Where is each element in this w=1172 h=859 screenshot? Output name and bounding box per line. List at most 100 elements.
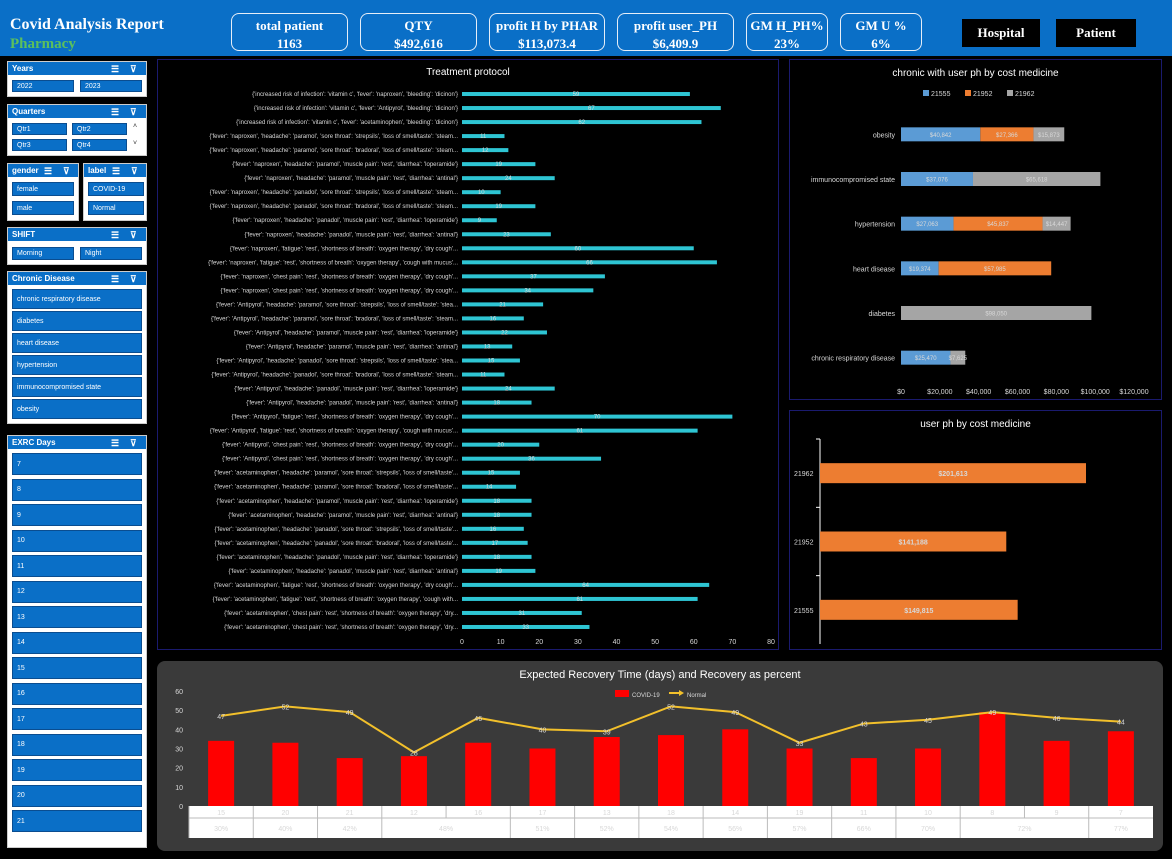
multi-select-icon[interactable]: ☰ xyxy=(111,229,119,242)
dashboard: Covid Analysis Report Pharmacy total pat… xyxy=(0,0,1172,859)
legend-label: 21952 xyxy=(973,91,993,98)
slicer-item-qtr3[interactable]: Qtr3 xyxy=(12,139,67,151)
patient-button[interactable]: Patient xyxy=(1056,19,1136,47)
slicer-item-day[interactable]: 21 xyxy=(12,810,142,832)
slicer-title: Quarters xyxy=(12,107,46,116)
slicer-item-day[interactable]: 18 xyxy=(12,733,142,756)
kpi-value: $6,409.9 xyxy=(652,36,699,51)
legend-swatch xyxy=(615,690,629,697)
clear-filter-icon[interactable]: ⊽ xyxy=(130,229,137,242)
slicer-item-qtr2[interactable]: Qtr2 xyxy=(72,123,127,135)
slicer-item-diabetes[interactable]: diabetes xyxy=(12,311,142,331)
slicer-item-2023[interactable]: 2023 xyxy=(80,80,142,92)
clear-filter-icon[interactable]: ⊽ xyxy=(130,437,137,450)
category-label: {'fever': 'Antipyrol', 'headache': 'pana… xyxy=(246,401,458,407)
slicer-item-day[interactable]: 16 xyxy=(12,682,142,705)
y-tick-label: 30 xyxy=(175,747,183,754)
data-label: 23 xyxy=(503,232,510,238)
slicer-item-female[interactable]: female xyxy=(12,182,74,196)
slicer-item-day[interactable]: 11 xyxy=(12,555,142,577)
multi-select-icon[interactable]: ☰ xyxy=(111,63,119,76)
data-label: 44 xyxy=(1117,720,1125,727)
multi-select-icon[interactable]: ☰ xyxy=(111,106,119,119)
slicer-item-day[interactable]: 13 xyxy=(12,606,142,628)
multi-select-icon[interactable]: ☰ xyxy=(111,273,119,286)
category-label: {'fever': 'acetaminophen', 'chest pain':… xyxy=(224,611,458,617)
group-label: 77% xyxy=(1114,826,1128,833)
slicer-item-day[interactable]: 14 xyxy=(12,631,142,654)
slicer-item-heart-disease[interactable]: heart disease xyxy=(12,333,142,353)
data-label: 15 xyxy=(488,359,495,365)
slicer-title: EXRC Days xyxy=(12,438,56,447)
slicer-item-day[interactable]: 7 xyxy=(12,453,142,475)
x-tick-label: 21 xyxy=(346,810,354,817)
slicer-item-chronic-respiratory[interactable]: chronic respiratory disease xyxy=(12,289,142,309)
slicer-header: SHIFT ☰ ⊽ xyxy=(8,228,146,241)
category-label: {'fever': 'Antipyrol', 'headache': 'pana… xyxy=(234,387,458,393)
category-label: {'fever': 'Antipyrol', 'headache': 'para… xyxy=(211,316,458,322)
clear-filter-icon[interactable]: ⊽ xyxy=(63,165,70,178)
slicer-item-day[interactable]: 10 xyxy=(12,529,142,552)
x-tick-label: 12 xyxy=(410,810,418,817)
data-label: $57,985 xyxy=(984,267,1006,273)
slicer-item-2022[interactable]: 2022 xyxy=(12,80,74,92)
category-label: {'fever': 'naproxen', 'chest pain': 'res… xyxy=(221,274,459,280)
slicer-item-obesity[interactable]: obesity xyxy=(12,399,142,419)
bar xyxy=(722,729,749,806)
clear-filter-icon[interactable]: ⊽ xyxy=(130,106,137,119)
data-label: 52 xyxy=(282,704,290,711)
kpi-value: 6% xyxy=(871,36,891,51)
data-label: 20 xyxy=(497,443,504,449)
scroll-up-icon[interactable]: ˄ xyxy=(133,123,137,130)
data-label: $7,625 xyxy=(949,356,968,362)
hospital-button[interactable]: Hospital xyxy=(962,19,1040,47)
slicer-title: Chronic Disease xyxy=(12,274,75,283)
slicer-item-morning[interactable]: Morning xyxy=(12,247,74,260)
data-label: 60 xyxy=(575,246,582,252)
x-tick-label: 50 xyxy=(651,639,659,646)
clear-filter-icon[interactable]: ⊽ xyxy=(131,165,138,178)
data-label: 13 xyxy=(484,344,491,350)
multi-select-icon[interactable]: ☰ xyxy=(112,165,120,178)
category-label: {'fever': 'Antipyrol', 'chest pain': 're… xyxy=(222,457,458,463)
data-label: $149,815 xyxy=(904,608,933,615)
data-label: 18 xyxy=(493,513,500,519)
slicer-item-day[interactable]: 12 xyxy=(12,580,142,603)
slicer-item-male[interactable]: male xyxy=(12,201,74,215)
slicer-item-normal[interactable]: Normal xyxy=(88,201,144,215)
category-label: {'fever': 'acetaminophen', 'fatigue': 'r… xyxy=(214,583,459,589)
category-label: chronic respiratory disease xyxy=(811,356,895,363)
scroll-down-icon[interactable]: ˅ xyxy=(133,140,137,147)
category-label: {'increased risk of infection': 'vitamin… xyxy=(236,120,458,126)
data-label: $15,873 xyxy=(1038,133,1060,139)
category-label: {'fever': 'naproxen', 'headache': 'param… xyxy=(232,162,458,168)
category-label: 21555 xyxy=(794,608,814,615)
data-label: 49 xyxy=(346,710,354,717)
slicer-item-qtr4[interactable]: Qtr4 xyxy=(72,139,127,151)
x-tick-label: 7 xyxy=(1119,810,1123,817)
slicer-item-immunocompromised[interactable]: immunocompromised state xyxy=(12,377,142,397)
slicer-item-day[interactable]: 20 xyxy=(12,784,142,807)
slicer-item-day[interactable]: 19 xyxy=(12,759,142,781)
clear-filter-icon[interactable]: ⊽ xyxy=(130,273,137,286)
slicer-header: label ☰ ⊽ xyxy=(84,164,146,177)
multi-select-icon[interactable]: ☰ xyxy=(44,165,52,178)
slicer-item-day[interactable]: 9 xyxy=(12,504,142,526)
slicer-item-day[interactable]: 8 xyxy=(12,478,142,501)
category-label: {'fever': 'acetaminophen', 'headache': '… xyxy=(217,555,458,561)
user-ph-cost-chart: 21962 $201,613 21952 $141,188 21555 $149,815 xyxy=(794,438,1086,644)
slicer-item-qtr1[interactable]: Qtr1 xyxy=(12,123,67,135)
multi-select-icon[interactable]: ☰ xyxy=(111,437,119,450)
x-tick-label: 20 xyxy=(535,639,543,646)
bar xyxy=(1043,740,1070,806)
slicer-item-hypertension[interactable]: hypertension xyxy=(12,355,142,375)
slicer-item-covid[interactable]: COVID-19 xyxy=(88,182,144,196)
slicer-item-day[interactable]: 15 xyxy=(12,657,142,679)
slicer-item-day[interactable]: 17 xyxy=(12,708,142,730)
data-label: 11 xyxy=(480,373,487,379)
clear-filter-icon[interactable]: ⊽ xyxy=(130,63,137,76)
slicer-item-night[interactable]: Night xyxy=(80,247,142,260)
bar xyxy=(272,742,299,806)
legend-label: 21555 xyxy=(931,91,951,98)
x-tick-label: $120,000 xyxy=(1119,389,1148,396)
